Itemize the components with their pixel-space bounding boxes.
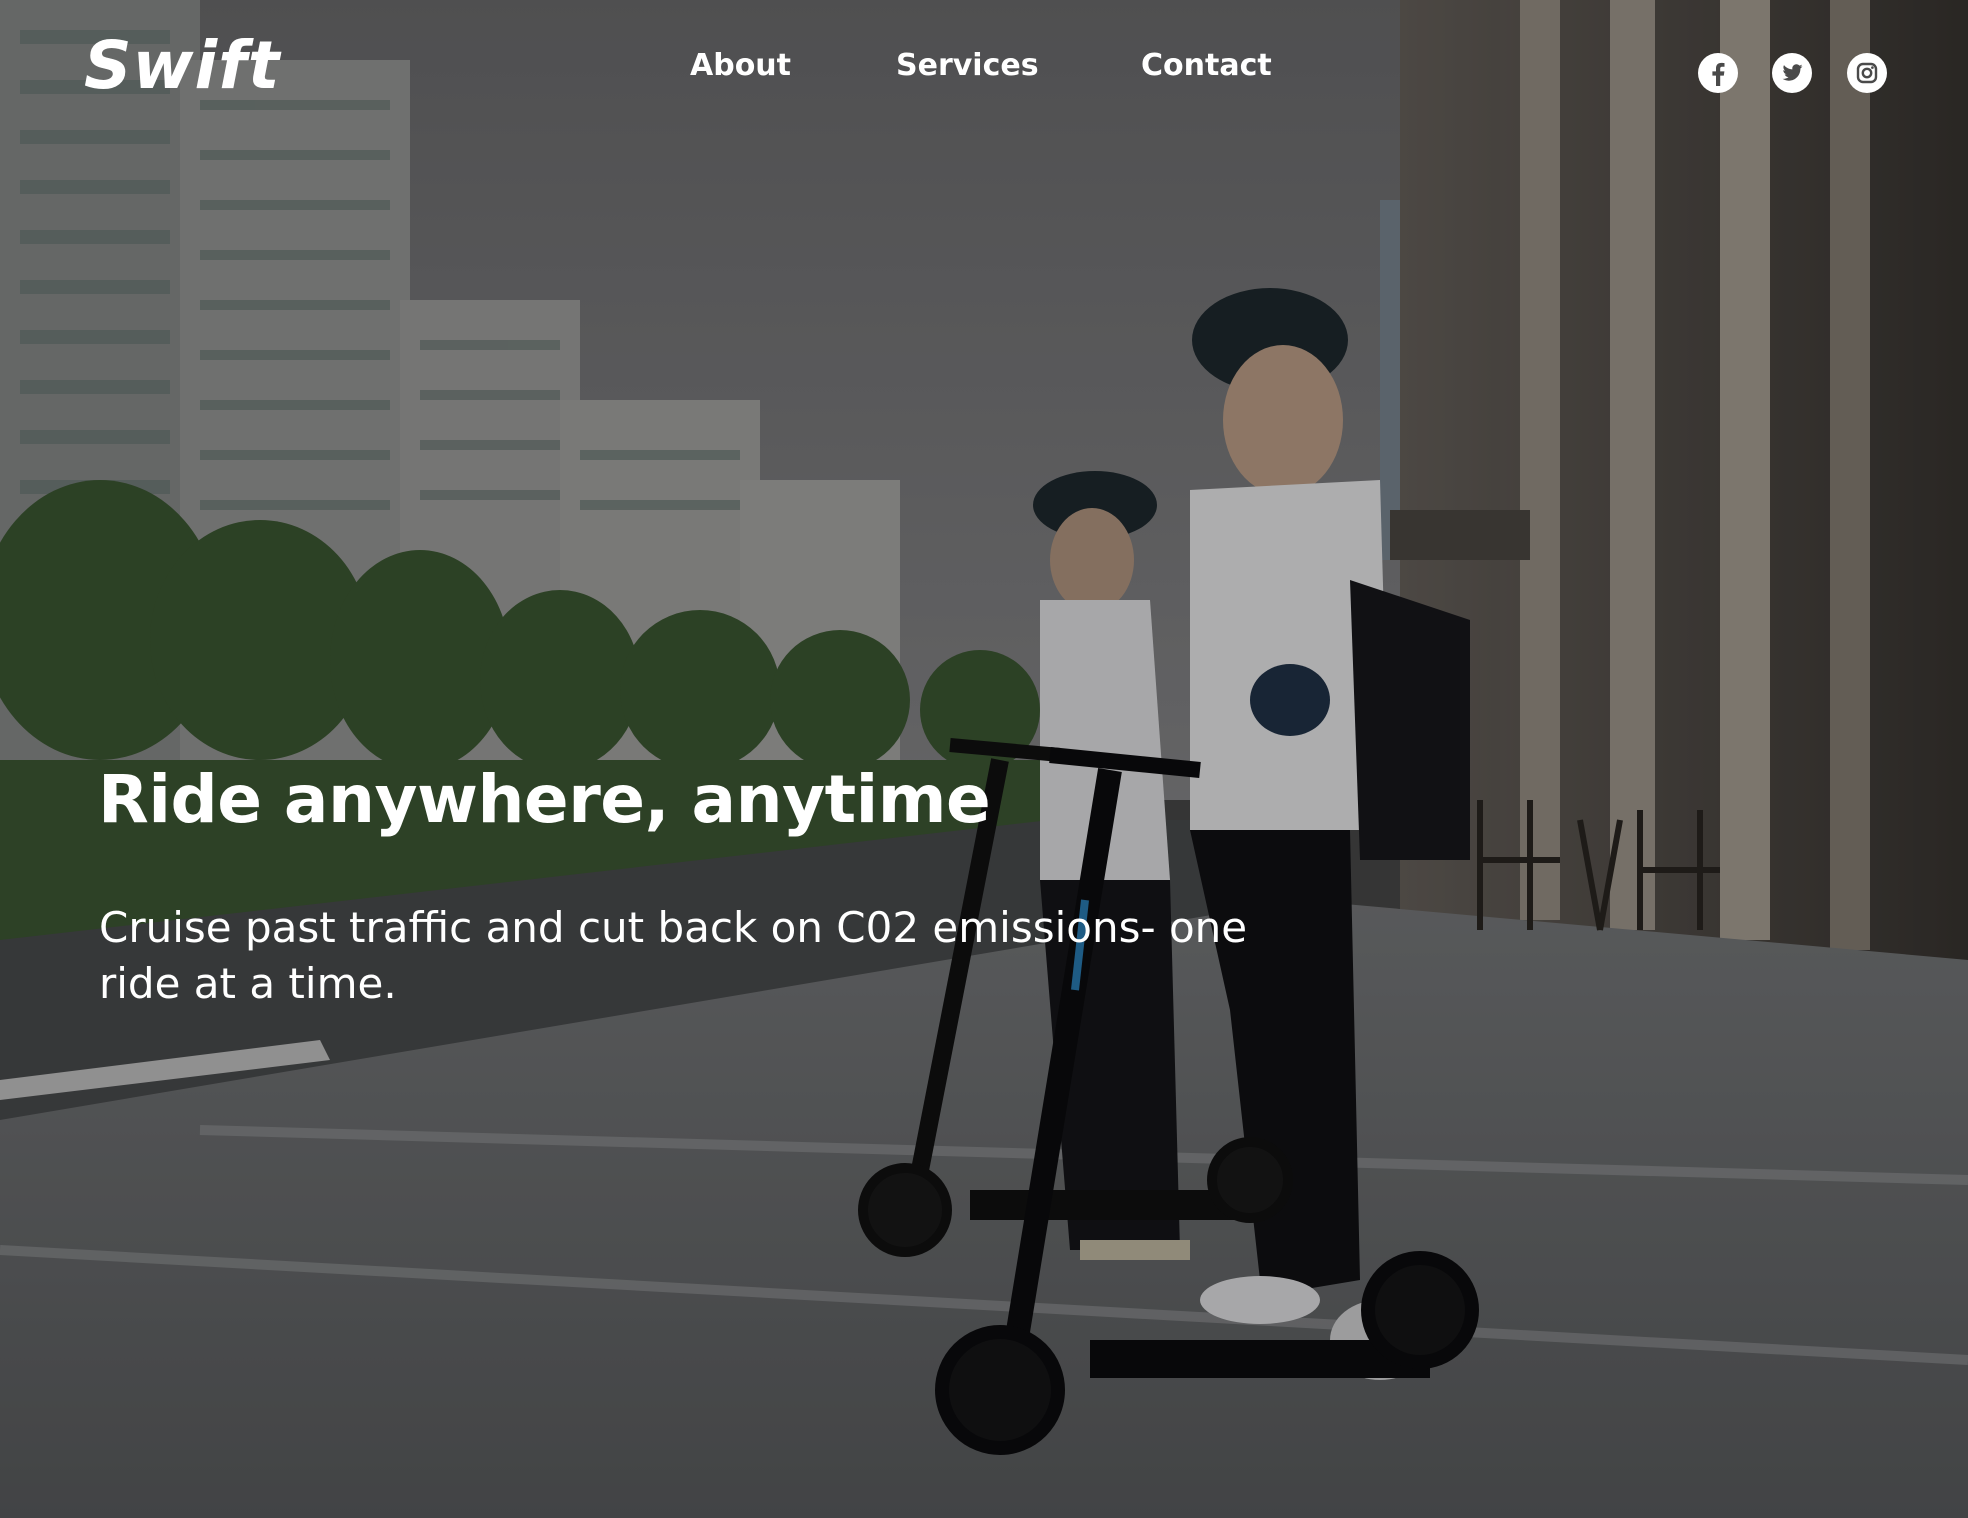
nav-link-contact[interactable]: Contact — [1141, 46, 1272, 86]
hero-section: Swift About Services Contact Ride anywhe… — [0, 0, 1968, 1518]
twitter-icon[interactable] — [1771, 52, 1813, 94]
facebook-icon[interactable] — [1697, 52, 1739, 94]
nav-link-services[interactable]: Services — [896, 46, 1039, 86]
brand-logo[interactable]: Swift — [84, 26, 280, 106]
instagram-icon[interactable] — [1846, 52, 1888, 94]
nav-link-about[interactable]: About — [690, 46, 791, 86]
hero-headline: Ride anywhere, anytime — [98, 761, 991, 838]
hero-subtext: Cruise past traffic and cut back on C02 … — [99, 903, 1248, 1008]
top-navbar: Swift About Services Contact — [0, 0, 1968, 150]
hero-dark-overlay — [0, 0, 1968, 1518]
